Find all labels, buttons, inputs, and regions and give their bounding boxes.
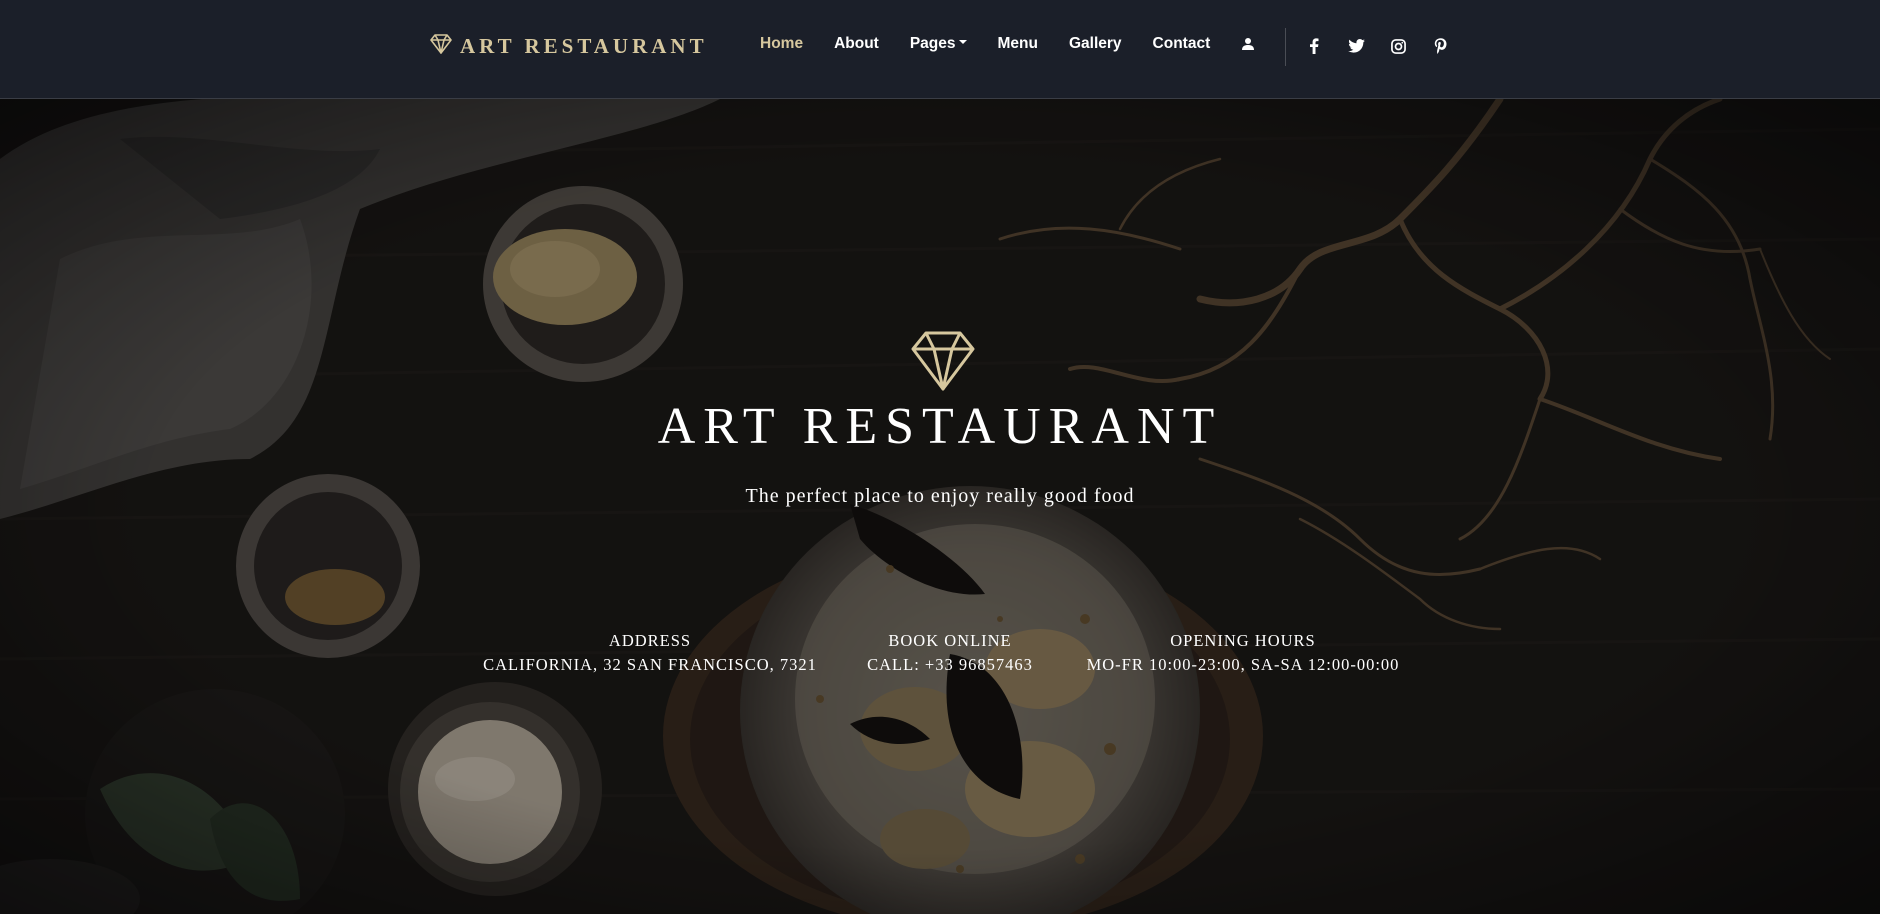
info-booking-label: BOOK ONLINE	[888, 631, 1012, 650]
social-links	[1305, 37, 1449, 55]
main-nav: Home About Pages Menu Gallery Contact	[760, 35, 1255, 53]
info-hours-value: MO-FR 10:00-23:00, SA-SA 12:00-00:00	[1086, 655, 1400, 674]
info-address-label: ADDRESS	[608, 631, 692, 650]
nav-pages-label: Pages	[909, 35, 956, 52]
user-icon[interactable]	[1241, 37, 1255, 51]
nav-gallery[interactable]: Gallery	[1069, 35, 1122, 53]
nav-about[interactable]: About	[834, 35, 879, 53]
info-address-value: CALIFORNIA, 32 SAN FRANCISCO, 7321	[483, 655, 817, 674]
facebook-icon[interactable]	[1305, 37, 1323, 55]
nav-pages[interactable]: Pages	[910, 35, 967, 53]
page: ART RESTAURANT Home About Pages Menu Gal…	[0, 0, 1880, 914]
info-address: ADDRESS CALIFORNIA, 32 SAN FRANCISCO, 73…	[430, 629, 870, 677]
diamond-icon	[430, 34, 452, 59]
brand-name: ART RESTAURANT	[460, 34, 708, 58]
top-navbar: ART RESTAURANT Home About Pages Menu Gal…	[0, 0, 1880, 99]
twitter-icon[interactable]	[1347, 37, 1365, 55]
nav-contact[interactable]: Contact	[1153, 35, 1211, 53]
hero-subtitle: The perfect place to enjoy really good f…	[745, 485, 1135, 507]
info-booking-value[interactable]: CALL: +33 96857463	[850, 653, 1050, 677]
info-hours-label: OPENING HOURS	[1170, 631, 1316, 650]
nav-divider	[1285, 28, 1286, 66]
nav-menu[interactable]: Menu	[998, 35, 1038, 53]
pinterest-icon[interactable]	[1431, 37, 1449, 55]
info-hours: OPENING HOURS MO-FR 10:00-23:00, SA-SA 1…	[1063, 629, 1423, 677]
instagram-icon[interactable]	[1389, 37, 1407, 55]
info-booking: BOOK ONLINE CALL: +33 96857463	[850, 629, 1050, 677]
hero-diamond-icon	[910, 330, 976, 397]
nav-home[interactable]: Home	[760, 35, 803, 53]
brand-logo[interactable]: ART RESTAURANT	[430, 34, 708, 59]
hero-title: ART RESTAURANT	[657, 398, 1223, 455]
caret-down-icon	[958, 39, 967, 44]
